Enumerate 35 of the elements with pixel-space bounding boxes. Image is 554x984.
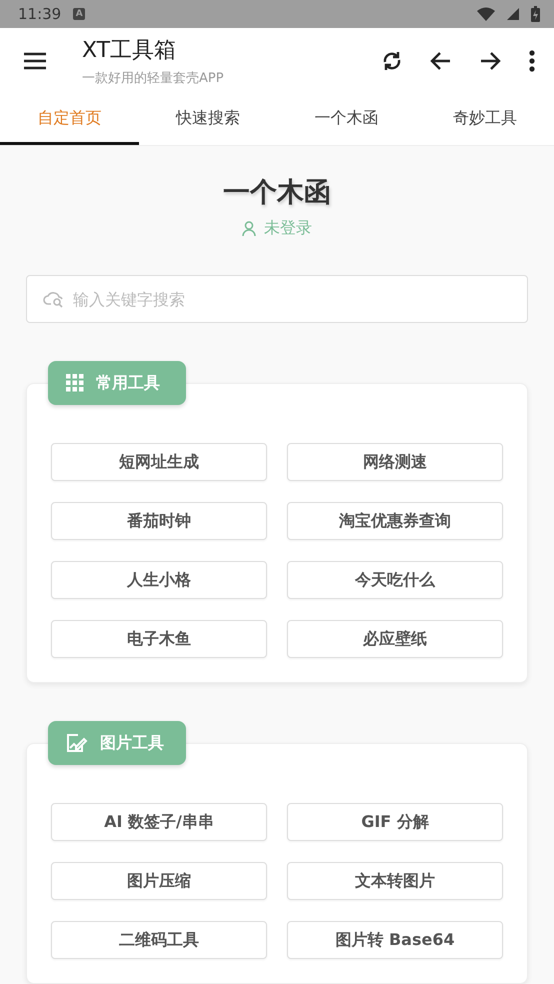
- menu-icon[interactable]: [23, 52, 47, 70]
- cloud-search-icon: [43, 290, 65, 308]
- tool-button[interactable]: 图片压缩: [51, 862, 267, 900]
- grid-icon: [66, 374, 84, 392]
- search-field[interactable]: 输入关键字搜索: [26, 275, 528, 323]
- tool-button[interactable]: 番茄时钟: [51, 502, 267, 540]
- tool-button[interactable]: AI 数签子/串串: [51, 803, 267, 841]
- image-edit-icon: [66, 733, 88, 753]
- search-input[interactable]: 输入关键字搜索: [71, 288, 511, 310]
- status-time: 11:39: [18, 4, 62, 23]
- tool-button[interactable]: 电子木鱼: [51, 620, 267, 658]
- tab[interactable]: 一个木函: [277, 95, 416, 145]
- tool-button[interactable]: 淘宝优惠券查询: [287, 502, 503, 540]
- tool-button[interactable]: 短网址生成: [51, 443, 267, 481]
- tab[interactable]: 奇妙工具: [416, 95, 554, 145]
- tool-button[interactable]: 今天吃什么: [287, 561, 503, 599]
- tool-button[interactable]: 人生小格: [51, 561, 267, 599]
- tool-button[interactable]: 图片转 Base64: [287, 921, 503, 959]
- tool-button[interactable]: 文本转图片: [287, 862, 503, 900]
- page-heading: 一个木函: [223, 176, 331, 210]
- wifi-icon: [477, 6, 495, 21]
- section-title: 常用工具: [96, 372, 160, 394]
- section-title: 图片工具: [100, 732, 164, 754]
- tab[interactable]: 快速搜索: [138, 95, 277, 145]
- battery-icon: [531, 6, 540, 22]
- more-icon[interactable]: [529, 50, 535, 72]
- tool-button[interactable]: 必应壁纸: [287, 620, 503, 658]
- app-subtitle: 一款好用的轻量套壳APP: [82, 70, 225, 88]
- signal-icon: [507, 8, 519, 20]
- tool-button[interactable]: 二维码工具: [51, 921, 267, 959]
- tool-button[interactable]: GIF 分解: [287, 803, 503, 841]
- notification-icon: A: [73, 8, 86, 20]
- tool-button[interactable]: 网络测速: [287, 443, 503, 481]
- user-icon: [242, 221, 256, 236]
- app-title: XT工具箱: [82, 37, 178, 66]
